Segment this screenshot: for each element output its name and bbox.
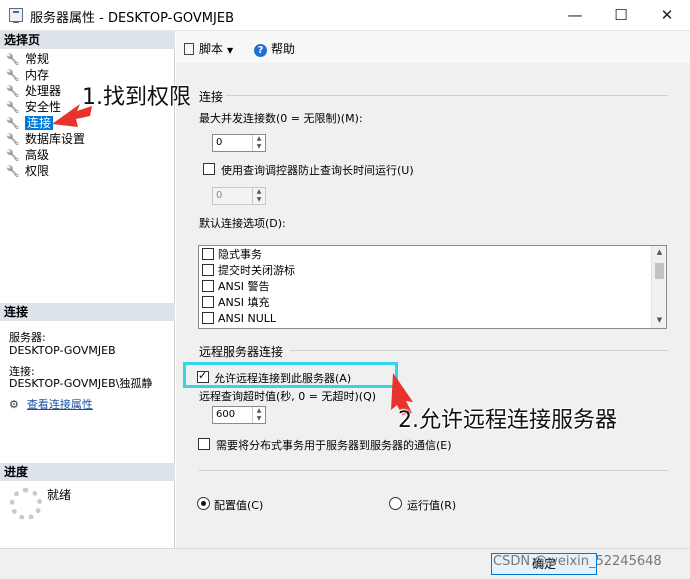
- nav-item-5[interactable]: 🔧 数据库设置: [6, 132, 85, 147]
- radio-config-value[interactable]: [197, 497, 210, 510]
- default-options-label: 默认连接选项(D):: [199, 217, 286, 230]
- wrench-icon: 🔧: [6, 53, 20, 66]
- help-icon: ?: [254, 44, 267, 57]
- option-label: ANSI 警告: [218, 280, 270, 293]
- max-connections-input[interactable]: 0 ▲ ▼: [212, 134, 266, 152]
- view-connection-properties-link[interactable]: 查看连接属性: [27, 398, 93, 411]
- option-item[interactable]: ANSI NULL: [202, 312, 276, 327]
- dialog-footer: 确定 CSDN @weixin_52245648: [0, 548, 690, 579]
- option-item[interactable]: 提交时关闭游标: [202, 264, 295, 279]
- option-label: 提交时关闭游标: [218, 264, 295, 277]
- wrench-icon: 🔧: [6, 133, 20, 146]
- remote-timeout-label: 远程查询超时值(秒, 0 = 无超时)(Q): [199, 390, 377, 403]
- option-label: ANSI 填充: [218, 296, 270, 309]
- option-checkbox[interactable]: [202, 280, 214, 292]
- nav-item-label: 高级: [25, 148, 50, 162]
- query-governor-input[interactable]: 0 ▲ ▼: [212, 187, 266, 205]
- remote-timeout-value: 600: [216, 409, 236, 420]
- nav-item-label: 处理器: [25, 84, 62, 98]
- option-label: 隐式事务: [218, 248, 262, 261]
- spin-arrows-icon[interactable]: ▲ ▼: [252, 188, 265, 204]
- spin-arrows-icon[interactable]: ▲ ▼: [252, 407, 265, 423]
- connection-value: DESKTOP-GOVMJEB\独孤静: [9, 377, 153, 390]
- nav-item-7[interactable]: 🔧 权限: [6, 164, 49, 179]
- progress-spinner-icon: [10, 488, 42, 520]
- window-title: 服务器属性 - DESKTOP-GOVMJEB: [30, 11, 234, 26]
- close-button[interactable]: ✕: [644, 0, 690, 31]
- title-bar: 服务器属性 - DESKTOP-GOVMJEB — ☐ ✕: [0, 0, 690, 31]
- connection-header: 连接: [0, 303, 175, 321]
- scroll-thumb[interactable]: [655, 263, 664, 279]
- wrench-icon: 🔧: [6, 165, 20, 178]
- radio-running-label: 运行值(R): [407, 499, 457, 512]
- nav-item-label: 连接: [25, 116, 54, 130]
- connection-group-divider: [226, 95, 668, 96]
- step2-annotation: 2.允许远程连接服务器: [398, 408, 617, 433]
- wrench-icon: 🔧: [6, 69, 20, 82]
- step1-annotation: 1.找到权限: [82, 85, 191, 110]
- nav-item-label: 内存: [25, 68, 50, 82]
- view-connection-properties[interactable]: ⚙ 查看连接属性: [9, 398, 93, 411]
- server-properties-icon: [9, 8, 23, 23]
- maximize-button[interactable]: ☐: [598, 0, 644, 31]
- wrench-icon: 🔧: [6, 149, 20, 162]
- minimize-button[interactable]: —: [552, 0, 598, 31]
- remote-group-title: 远程服务器连接: [199, 345, 284, 359]
- max-connections-value: 0: [216, 137, 223, 148]
- help-label: 帮助: [271, 42, 296, 56]
- help-button[interactable]: ? 帮助: [254, 40, 295, 57]
- nav-item-6[interactable]: 🔧 高级: [6, 148, 49, 163]
- script-icon: [184, 43, 194, 55]
- option-item[interactable]: 隐式事务: [202, 248, 262, 263]
- distributed-transactions-label: 需要将分布式事务用于服务器到服务器的通信(E): [216, 439, 452, 452]
- remote-group-divider: [290, 350, 668, 351]
- spin-arrows-icon[interactable]: ▲ ▼: [252, 135, 265, 151]
- nav-item-label: 权限: [25, 164, 50, 178]
- progress-status: 就绪: [47, 488, 72, 502]
- nav-item-2[interactable]: 🔧 处理器: [6, 84, 61, 99]
- nav-item-label: 安全性: [25, 100, 62, 114]
- nav-item-1[interactable]: 🔧 内存: [6, 68, 49, 83]
- script-button[interactable]: 脚本 ▼: [184, 40, 233, 57]
- distributed-transactions-checkbox[interactable]: [198, 438, 210, 450]
- query-governor-checkbox[interactable]: [203, 163, 215, 175]
- nav-item-label: 常规: [25, 52, 50, 66]
- wrench-icon: 🔧: [6, 101, 20, 114]
- option-item[interactable]: ANSI 填充: [202, 296, 269, 311]
- progress-header: 进度: [0, 463, 175, 481]
- server-label: 服务器:: [9, 331, 46, 344]
- options-scrollbar[interactable]: ▲ ▼: [651, 246, 666, 328]
- default-options-list[interactable]: ▲ ▼ 隐式事务提交时关闭游标 ANSI 警告 ANSI 填充 ANSI NULL: [198, 245, 667, 329]
- option-checkbox[interactable]: [202, 296, 214, 308]
- nav-item-4[interactable]: 🔧 连接: [6, 116, 54, 131]
- toolbar: 脚本 ▼ ? 帮助: [176, 31, 690, 63]
- radio-running-value[interactable]: [389, 497, 402, 510]
- scroll-up-icon[interactable]: ▲: [652, 248, 667, 256]
- connection-properties-icon: ⚙: [9, 398, 19, 411]
- script-label: 脚本: [199, 42, 224, 56]
- query-governor-value: 0: [216, 190, 223, 201]
- nav-item-3[interactable]: 🔧 安全性: [6, 100, 61, 115]
- scroll-down-icon[interactable]: ▼: [652, 316, 667, 324]
- allow-remote-highlight: [183, 362, 398, 388]
- wrench-icon: 🔧: [6, 117, 20, 130]
- radio-config-label: 配置值(C): [214, 499, 264, 512]
- option-label: ANSI NULL: [218, 312, 277, 325]
- remote-timeout-input[interactable]: 600 ▲ ▼: [212, 406, 266, 424]
- nav-item-label: 数据库设置: [25, 132, 86, 146]
- server-value: DESKTOP-GOVMJEB: [9, 344, 116, 357]
- option-checkbox[interactable]: [202, 264, 214, 276]
- dropdown-arrow-icon: ▼: [227, 46, 234, 55]
- max-connections-label: 最大并发连接数(0 = 无限制)(M):: [199, 112, 363, 125]
- watermark: CSDN @weixin_52245648: [493, 554, 662, 569]
- radio-divider: [199, 470, 668, 471]
- wrench-icon: 🔧: [6, 85, 20, 98]
- query-governor-label: 使用查询调控器防止查询长时间运行(U): [221, 164, 414, 177]
- select-page-header: 选择页: [0, 31, 175, 49]
- option-checkbox[interactable]: [202, 248, 214, 260]
- option-item[interactable]: ANSI 警告: [202, 280, 269, 295]
- option-checkbox[interactable]: [202, 312, 214, 324]
- connection-group-title: 连接: [199, 90, 224, 104]
- nav-item-0[interactable]: 🔧 常规: [6, 52, 49, 67]
